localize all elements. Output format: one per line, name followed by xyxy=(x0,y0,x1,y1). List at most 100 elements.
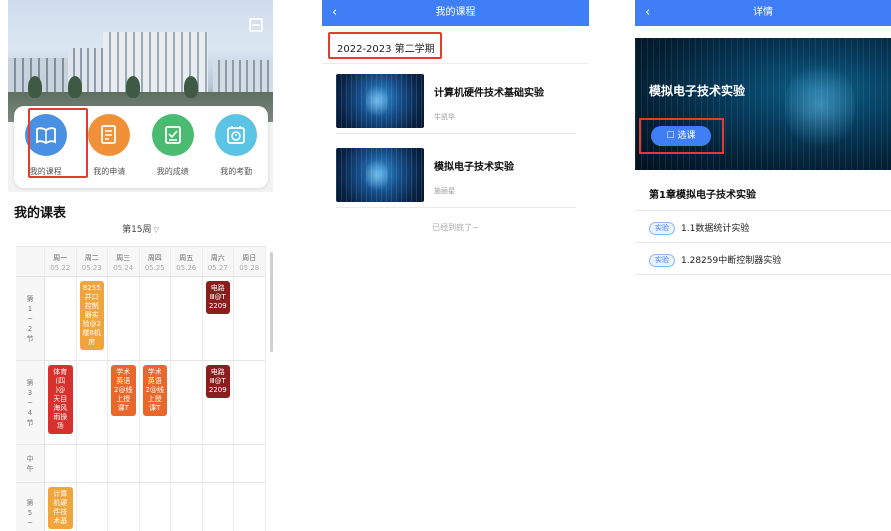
day-date: 05.27 xyxy=(207,264,228,272)
period-label: 第 1 ~ 2 节 xyxy=(16,277,45,360)
menu-my-grades[interactable]: 我的成绩 xyxy=(145,114,201,188)
course-card[interactable]: 计算机硬件技术基础实验 牛凯华 xyxy=(336,68,576,134)
lesson-name: 1.28259中断控制器实验 xyxy=(681,256,782,266)
schedule-cell: 体育 (四 )@ 天目 海风 雨操 场 xyxy=(45,361,77,444)
schedule-cell xyxy=(171,445,203,482)
schedule-cell xyxy=(234,277,266,360)
schedule-cell xyxy=(203,445,234,482)
course-block[interactable]: 学术 英语 2@线 上授 课T xyxy=(111,365,136,416)
course-teacher: 牛凯华 xyxy=(434,113,455,121)
day-name: 周一 xyxy=(53,254,68,262)
menu-my-applications[interactable]: 我的申请 xyxy=(81,114,137,188)
day-name: 周三 xyxy=(116,254,131,262)
day-date: 05.22 xyxy=(50,264,71,272)
schedule-cell xyxy=(234,483,266,531)
menu-label: 我的申请 xyxy=(93,167,126,176)
schedule-cell: 电路 Ⅲ@T 2209 xyxy=(203,361,234,444)
highlight-box xyxy=(28,108,88,178)
lesson-tag: 实验 xyxy=(649,222,675,235)
day-name: 周日 xyxy=(242,254,257,262)
course-block[interactable]: 计算 机硬 件技 术基 xyxy=(48,487,73,529)
day-name: 周五 xyxy=(179,254,194,262)
period-row: 中 午 xyxy=(16,445,266,483)
day-date: 05.23 xyxy=(81,264,102,272)
schedule-cell: 计算 机硬 件技 术基 xyxy=(45,483,77,531)
schedule-grid: 周一 05.22 周二 05.23 周三 05.24 周四 05.25 周五 05.26 周六 05.… xyxy=(16,246,266,531)
schedule-cell xyxy=(234,445,266,482)
course-name: 计算机硬件技术基础实验 xyxy=(434,88,544,99)
nav-bar: ‹ 详情 xyxy=(635,0,891,26)
week-selector[interactable]: 第15周 ▽ xyxy=(8,222,273,235)
course-block[interactable]: 8255 并口 控制 器实 验@2 楼8机 房 xyxy=(79,281,104,350)
attendance-clock-icon xyxy=(215,114,258,156)
divider xyxy=(635,242,891,243)
day-header: 周六 05.27 xyxy=(203,247,234,276)
highlight-box xyxy=(328,32,442,59)
schedule-title: 我的课表 xyxy=(14,206,67,221)
lesson-item[interactable]: 实验 1.1数据统计实验 xyxy=(649,221,749,235)
day-date: 05.28 xyxy=(239,264,260,272)
day-date: 05.24 xyxy=(113,264,134,272)
period-row: 第 1 ~ 2 节 8255 并口 控制 器实 验@2 楼8机 房 电路 Ⅲ@T 2… xyxy=(16,277,266,361)
lesson-tag: 实验 xyxy=(649,254,675,267)
schedule-cell xyxy=(140,445,171,482)
course-block[interactable]: 电路 Ⅲ@T 2209 xyxy=(205,281,230,314)
schedule-cell xyxy=(108,445,140,482)
schedule-cell: 学术 英语 2@线 上授 课T xyxy=(140,361,171,444)
day-header: 周日 05.28 xyxy=(234,247,266,276)
course-thumbnail xyxy=(336,148,424,202)
schedule-cell xyxy=(171,277,203,360)
course-teacher: 施丽星 xyxy=(434,187,455,195)
course-block[interactable]: 学术 英语 2@线 上授 课T xyxy=(142,365,167,416)
lesson-name: 1.1数据统计实验 xyxy=(681,224,750,234)
page-title: 我的课程 xyxy=(435,7,476,18)
period-label: 中 午 xyxy=(16,445,45,482)
course-card[interactable]: 模拟电子技术实验 施丽星 xyxy=(336,142,576,208)
campus-banner-image xyxy=(8,0,273,122)
end-of-list-text: 已经到底了~ xyxy=(432,223,479,232)
my-courses-screen: ‹ 我的课程 2022-2023 第二学期 计算机硬件技术基础实验 牛凯华 模拟… xyxy=(322,0,589,531)
term-selector[interactable]: 2022-2023 第二学期 xyxy=(322,26,589,64)
menu-label: 我的成绩 xyxy=(156,167,189,176)
schedule-cell xyxy=(108,277,140,360)
day-header: 周四 05.25 xyxy=(140,247,171,276)
schedule-cell xyxy=(77,361,108,444)
lesson-item[interactable]: 实验 1.28259中断控制器实验 xyxy=(649,253,781,267)
period-row: 第 5 ~ 计算 机硬 件技 术基 xyxy=(16,483,266,531)
scan-icon[interactable] xyxy=(249,18,263,32)
schedule-cell xyxy=(171,361,203,444)
day-name: 周二 xyxy=(84,254,99,262)
menu-my-attendance[interactable]: 我的考勤 xyxy=(208,114,264,188)
schedule-cell xyxy=(77,445,108,482)
schedule-cell xyxy=(203,483,234,531)
schedule-cell xyxy=(108,483,140,531)
course-name: 模拟电子技术实验 xyxy=(434,162,514,173)
menu-label: 我的考勤 xyxy=(220,167,253,176)
header-corner xyxy=(16,247,45,276)
period-row: 第 3 ~ 4 节体育 (四 )@ 天目 海风 雨操 场 学术 英语 2@线 上授… xyxy=(16,361,266,445)
schedule-section: 我的课表 第15周 ▽ 周一 05.22 周二 05.23 周三 05.24 周四 05.25 周… xyxy=(8,192,273,531)
schedule-cell xyxy=(77,483,108,531)
scrollbar[interactable] xyxy=(270,252,273,352)
schedule-cell xyxy=(45,445,77,482)
period-label: 第 5 ~ xyxy=(16,483,45,531)
day-date: 05.26 xyxy=(176,264,197,272)
course-block[interactable]: 电路 Ⅲ@T 2209 xyxy=(205,365,230,398)
back-icon[interactable]: ‹ xyxy=(332,0,337,26)
week-label: 第15周 xyxy=(122,225,152,235)
home-screen: 我的课程 我的申请 我的成绩 我的考勤 我的课表 第15周 ▽ 周一 05.22 周二… xyxy=(8,0,273,531)
divider xyxy=(635,210,891,211)
schedule-cell xyxy=(234,361,266,444)
divider xyxy=(635,274,891,275)
course-block[interactable]: 体育 (四 )@ 天目 海风 雨操 场 xyxy=(48,365,73,434)
schedule-cell xyxy=(45,277,77,360)
day-name: 周六 xyxy=(210,254,225,262)
grades-icon xyxy=(151,114,194,156)
day-date: 05.25 xyxy=(144,264,165,272)
schedule-cell xyxy=(140,483,171,531)
schedule-cell: 学术 英语 2@线 上授 课T xyxy=(108,361,140,444)
course-banner: 模拟电子技术实验 ☐ 选课 xyxy=(635,38,891,170)
schedule-cell xyxy=(140,277,171,360)
nav-bar: ‹ 我的课程 xyxy=(322,0,589,26)
back-icon[interactable]: ‹ xyxy=(645,0,650,26)
